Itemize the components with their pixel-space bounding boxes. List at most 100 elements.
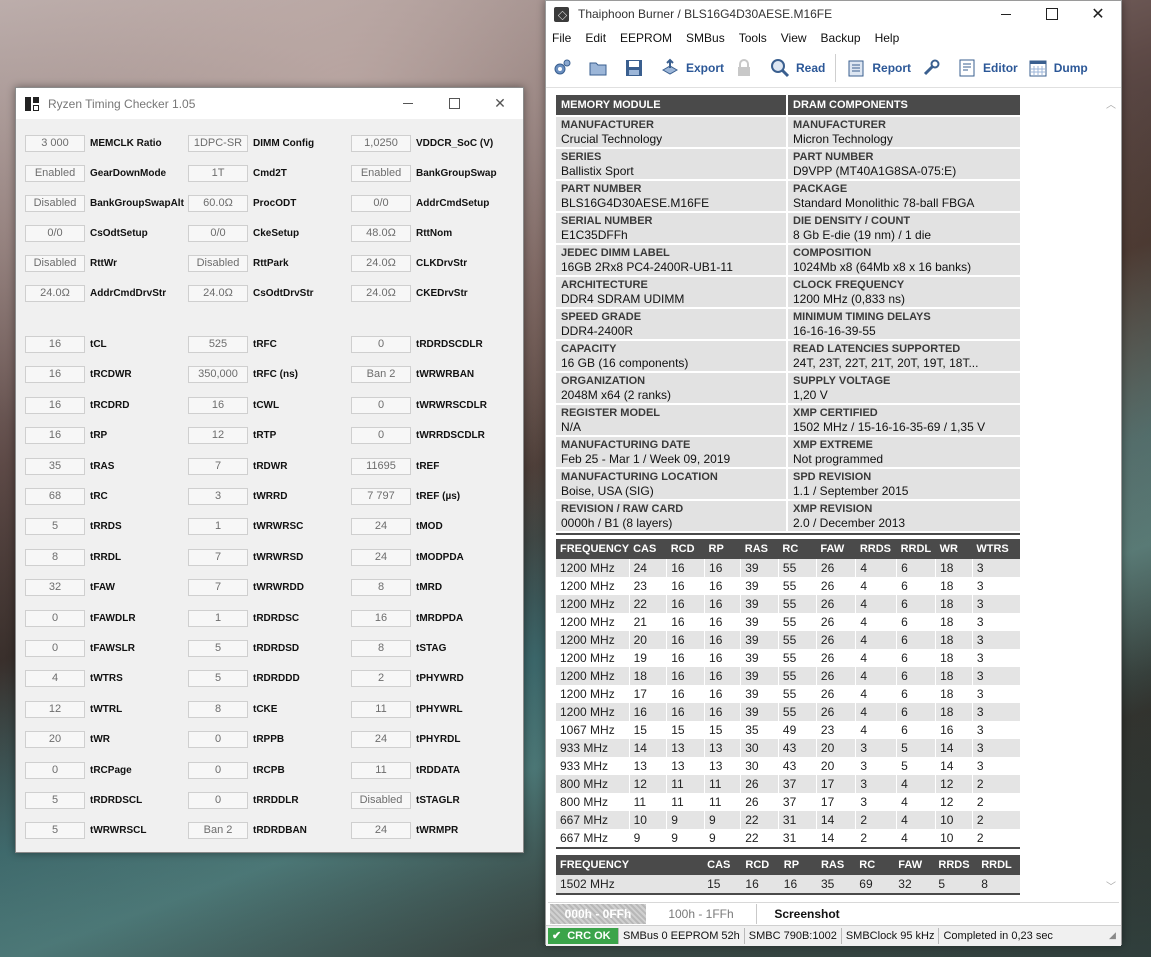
- tmrdpda-value-field[interactable]: 16: [351, 609, 411, 627]
- twrrdscdlr-value-field[interactable]: 0: [351, 427, 411, 445]
- trdrdban-value-field[interactable]: Ban 2: [188, 822, 248, 840]
- trrds-value-field[interactable]: 5: [25, 518, 85, 536]
- twtrl-value-field[interactable]: 12: [25, 700, 85, 718]
- bankgroupswap-value-field[interactable]: Enabled: [351, 165, 411, 182]
- tphywrd-value-field[interactable]: 2: [351, 670, 411, 688]
- tfaw-value-field[interactable]: 32: [25, 579, 85, 597]
- trdrdsd-value-field[interactable]: 5: [188, 640, 248, 657]
- minimize-button[interactable]: [385, 88, 431, 119]
- maximize-button[interactable]: [1029, 1, 1075, 27]
- trp-value-field[interactable]: 16: [25, 427, 85, 445]
- scroll-down-icon[interactable]: ﹀: [1103, 877, 1119, 893]
- addrcmdsetup-value-field[interactable]: 0/0: [351, 195, 411, 212]
- twrwrsd-value-field[interactable]: 7: [188, 548, 248, 566]
- ckedrvstr-value-field[interactable]: 24.0Ω: [351, 285, 411, 302]
- tools-button[interactable]: [921, 58, 947, 78]
- tref-s-value-field[interactable]: 7 797: [351, 488, 411, 505]
- tb-titlebar[interactable]: Thaiphoon Burner / BLS16G4D30AESE.M16FE …: [546, 1, 1121, 27]
- tref-value-field[interactable]: 11695: [351, 457, 411, 475]
- tmodpda-value-field[interactable]: 24: [351, 548, 411, 566]
- dump-button[interactable]: Dump: [1028, 58, 1088, 78]
- clkdrvstr-value-field[interactable]: 24.0Ω: [351, 255, 411, 272]
- twrrd-value-field[interactable]: 3: [188, 488, 248, 505]
- tcke-value-field[interactable]: 8: [188, 700, 248, 718]
- report-button[interactable]: Report: [846, 58, 911, 78]
- rtc-titlebar[interactable]: Ryzen Timing Checker 1.05 ✕: [16, 88, 523, 119]
- trppb-value-field[interactable]: 0: [188, 731, 248, 749]
- twrmpr-value-field[interactable]: 24: [351, 822, 411, 840]
- menu-help[interactable]: Help: [875, 31, 900, 45]
- menu-edit[interactable]: Edit: [585, 31, 606, 45]
- scroll-up-icon[interactable]: ︿: [1103, 95, 1119, 111]
- trfc-value-field[interactable]: 525: [188, 336, 248, 353]
- tstaglr-value-field[interactable]: Disabled: [351, 792, 411, 809]
- trcdwr-value-field[interactable]: 16: [25, 366, 85, 384]
- tab-100h-1ffh[interactable]: 100h - 1FFh: [646, 904, 756, 924]
- menu-eeprom[interactable]: EEPROM: [620, 31, 672, 45]
- vertical-scrollbar[interactable]: ︿ ﹀: [1103, 95, 1119, 893]
- trtp-value-field[interactable]: 12: [188, 427, 248, 445]
- tab-000h-0ffh[interactable]: 000h - 0FFh: [550, 904, 646, 924]
- tfawslr-value-field[interactable]: 0: [25, 640, 85, 657]
- trrdl-value-field[interactable]: 8: [25, 548, 85, 566]
- trdrdsc-value-field[interactable]: 1: [188, 609, 248, 627]
- save-button[interactable]: [624, 58, 650, 78]
- read-button[interactable]: Read: [770, 58, 825, 78]
- ckesetup-value-field[interactable]: 0/0: [188, 225, 248, 242]
- rttnom-value-field[interactable]: 48.0Ω: [351, 225, 411, 242]
- procodt-value-field[interactable]: 60.0Ω: [188, 195, 248, 212]
- rttpark-value-field[interactable]: Disabled: [188, 255, 248, 272]
- tstag-value-field[interactable]: 8: [351, 640, 411, 657]
- settings-button[interactable]: [552, 58, 578, 78]
- twrwrscl-value-field[interactable]: 5: [25, 822, 85, 840]
- twr-value-field[interactable]: 20: [25, 731, 85, 749]
- rttwr-value-field[interactable]: Disabled: [25, 255, 85, 272]
- lock-button[interactable]: [734, 58, 760, 78]
- menu-view[interactable]: View: [781, 31, 807, 45]
- trcdrd-value-field[interactable]: 16: [25, 396, 85, 414]
- trdrdscdlr-value-field[interactable]: 0: [351, 336, 411, 353]
- menu-tools[interactable]: Tools: [739, 31, 767, 45]
- trddata-value-field[interactable]: 11: [351, 761, 411, 779]
- editor-button[interactable]: Editor: [957, 58, 1018, 78]
- tab-screenshot[interactable]: Screenshot: [756, 904, 857, 924]
- tphywrl-value-field[interactable]: 11: [351, 700, 411, 718]
- minimize-button[interactable]: [983, 1, 1029, 27]
- twrwrscdlr-value-field[interactable]: 0: [351, 396, 411, 414]
- dimm-config-value-field[interactable]: 1DPC-SR: [188, 135, 248, 152]
- trcpb-value-field[interactable]: 0: [188, 761, 248, 779]
- trdrddd-value-field[interactable]: 5: [188, 670, 248, 688]
- tmod-value-field[interactable]: 24: [351, 518, 411, 536]
- memclk-ratio-value-field[interactable]: 3 000: [25, 135, 85, 152]
- tmrd-value-field[interactable]: 8: [351, 579, 411, 597]
- tfawdlr-value-field[interactable]: 0: [25, 609, 85, 627]
- resize-grip-icon[interactable]: ◢: [1109, 930, 1121, 942]
- tcl-value-field[interactable]: 16: [25, 336, 85, 353]
- export-button[interactable]: Export: [660, 58, 724, 78]
- csodtsetup-value-field[interactable]: 0/0: [25, 225, 85, 242]
- twrwrban-value-field[interactable]: Ban 2: [351, 366, 411, 384]
- geardownmode-value-field[interactable]: Enabled: [25, 165, 85, 182]
- maximize-button[interactable]: [431, 88, 477, 119]
- bankgroupswapalt-value-field[interactable]: Disabled: [25, 195, 85, 212]
- twrwrsc-value-field[interactable]: 1: [188, 518, 248, 536]
- tcwl-value-field[interactable]: 16: [188, 396, 248, 414]
- trrddlr-value-field[interactable]: 0: [188, 792, 248, 809]
- twtrs-value-field[interactable]: 4: [25, 670, 85, 688]
- trfc-ns-value-field[interactable]: 350,000: [188, 366, 248, 384]
- csodtdrvstr-value-field[interactable]: 24.0Ω: [188, 285, 248, 302]
- close-button[interactable]: ✕: [477, 88, 523, 119]
- trcpage-value-field[interactable]: 0: [25, 761, 85, 779]
- addrcmddrvstr-value-field[interactable]: 24.0Ω: [25, 285, 85, 302]
- menu-smbus[interactable]: SMBus: [686, 31, 725, 45]
- cmd2t-value-field[interactable]: 1T: [188, 165, 248, 182]
- open-button[interactable]: [588, 58, 614, 78]
- tras-value-field[interactable]: 35: [25, 457, 85, 475]
- menu-file[interactable]: File: [552, 31, 571, 45]
- close-button[interactable]: ✕: [1075, 1, 1121, 27]
- trdwr-value-field[interactable]: 7: [188, 457, 248, 475]
- twrwrdd-value-field[interactable]: 7: [188, 579, 248, 597]
- tphyrdl-value-field[interactable]: 24: [351, 731, 411, 749]
- vddcr-soc-v-value-field[interactable]: 1,0250: [351, 135, 411, 152]
- trc-value-field[interactable]: 68: [25, 488, 85, 505]
